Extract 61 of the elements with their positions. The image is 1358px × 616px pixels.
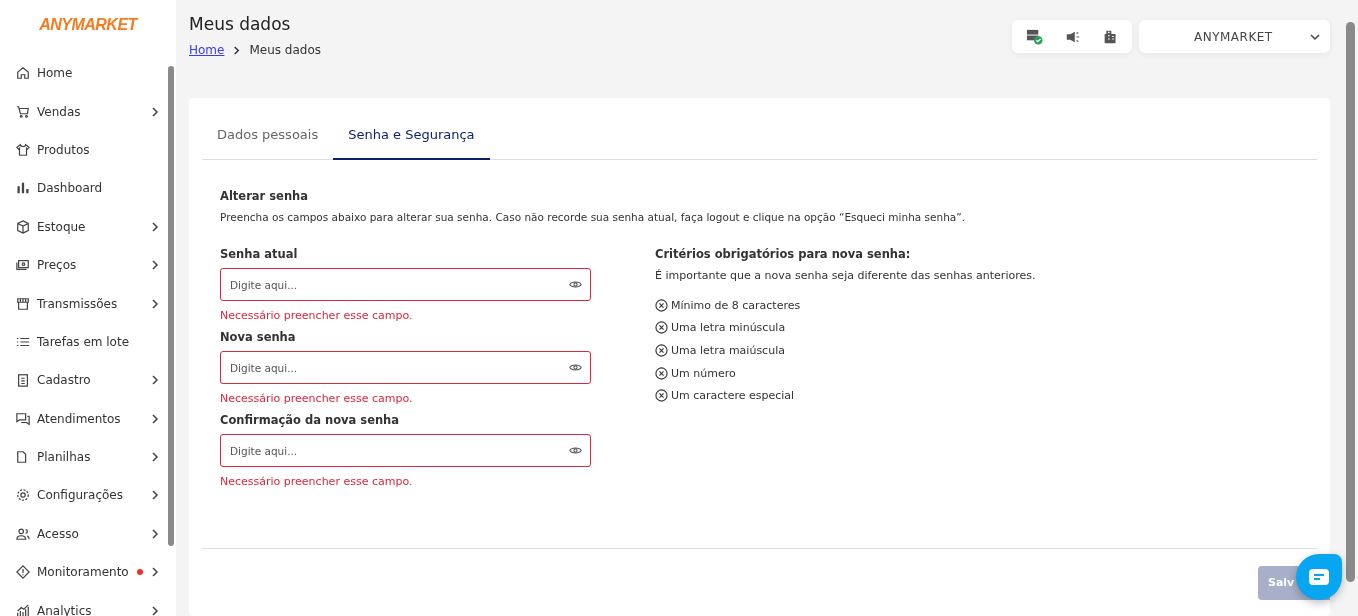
- cart-icon: [16, 104, 30, 119]
- criteria-item: Uma letra minúscula: [671, 321, 786, 335]
- sidebar-item[interactable]: Preços: [0, 245, 164, 285]
- sidebar-item[interactable]: Monitoramento: [0, 553, 164, 592]
- sidebar-item[interactable]: Dashboard: [0, 169, 164, 208]
- building-icon[interactable]: [1103, 29, 1118, 44]
- error-message: Necessário preencher esse campo.: [220, 475, 414, 488]
- sidebar-item[interactable]: Cadastro: [0, 361, 164, 400]
- eye-icon[interactable]: [569, 361, 582, 374]
- criteria-item: Um número: [671, 366, 736, 380]
- error-message: Necessário preencher esse campo.: [220, 309, 414, 322]
- tab[interactable]: Dados pessoais: [202, 112, 334, 160]
- chevron-icon: [232, 45, 242, 55]
- shirt-icon: [16, 142, 30, 157]
- page-title: Meus dados: [189, 14, 292, 34]
- gear-icon: [16, 488, 30, 503]
- sidebar-item[interactable]: Acesso: [0, 514, 164, 554]
- chat-icon: [1309, 569, 1329, 585]
- diamond-icon: [16, 565, 30, 580]
- chat-icon: [16, 411, 30, 426]
- password-field[interactable]: Digite aqui...: [220, 351, 591, 384]
- chat-button[interactable]: [1296, 554, 1342, 600]
- breadcrumb-current: Meus dados: [249, 43, 322, 57]
- logo: ANYMARKET: [38, 16, 140, 34]
- sidebar-item[interactable]: Transmissões: [0, 284, 164, 323]
- sidebar-item[interactable]: Planilhas: [0, 437, 164, 477]
- criteria-item: Um caractere especial: [671, 389, 795, 403]
- criteria-item: Mínimo de 8 caracteres: [671, 298, 801, 312]
- field-label: Confirmação da nova senha: [220, 413, 401, 427]
- eye-icon[interactable]: [569, 278, 582, 291]
- chevron-down-icon: [1310, 31, 1320, 42]
- criteria-item: Uma letra maiúscula: [671, 344, 785, 357]
- password-field[interactable]: Digite aqui...: [220, 268, 591, 301]
- criteria-title: Critérios obrigatórios para nova senha:: [655, 247, 912, 261]
- bars-icon: [16, 181, 30, 196]
- sidebar-item[interactable]: Home: [0, 54, 164, 93]
- sidebar-item[interactable]: Vendas: [0, 92, 164, 131]
- criteria-note: É importante que a nova senha seja diferente das senhas anteriores.: [655, 269, 1036, 282]
- sidebar-item[interactable]: Tarefas em lote: [0, 322, 164, 362]
- eye-icon[interactable]: [569, 444, 582, 457]
- cash-icon: [16, 258, 30, 273]
- error-message: Necessário preencher esse campo.: [220, 392, 414, 405]
- tab[interactable]: Senha e Segurança: [333, 112, 490, 160]
- store-icon: [16, 296, 30, 311]
- chart-icon: [16, 603, 30, 616]
- breadcrumb-link[interactable]: Home: [189, 43, 225, 57]
- field-label: Nova senha: [220, 330, 297, 344]
- section-description: Preencha os campos abaixo para alterar sua senha. Caso não recorde sua senha atual, faça logout e clique na opção “Esqueci minha senha”.: [220, 211, 967, 223]
- sidebar-item[interactable]: Produtos: [0, 130, 164, 170]
- section-title: Alterar senha: [220, 189, 310, 203]
- sidebar-item[interactable]: Estoque: [0, 207, 164, 246]
- sidebar-item[interactable]: Atendimentos: [0, 399, 164, 438]
- sidebar-item[interactable]: Configurações: [0, 476, 164, 515]
- server-icon[interactable]: [1026, 28, 1043, 45]
- people-icon: [16, 526, 30, 541]
- clip-icon: [16, 373, 30, 388]
- field-label: Senha atual: [220, 247, 299, 261]
- account-select[interactable]: ANYMARKET: [1139, 20, 1330, 53]
- password-field[interactable]: Digite aqui...: [220, 434, 591, 467]
- box-icon: [16, 219, 30, 234]
- home-icon: [16, 66, 30, 81]
